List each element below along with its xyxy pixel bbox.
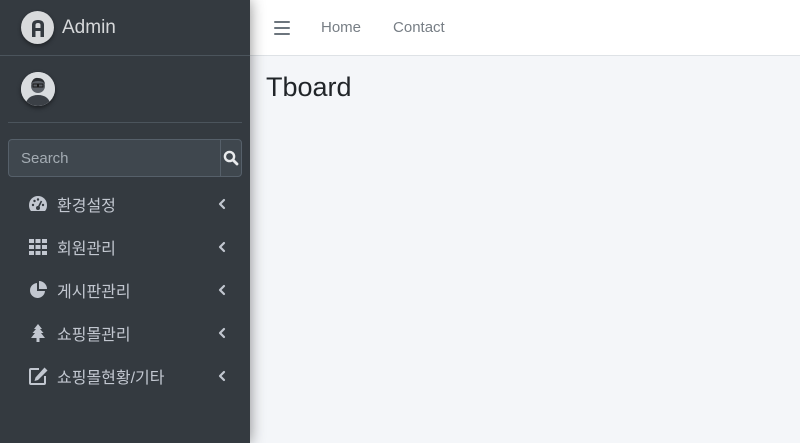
chevron-left-icon [216, 241, 228, 253]
nav-link-contact[interactable]: Contact [393, 19, 445, 36]
pie-chart-icon [27, 279, 49, 301]
sidebar-item-members[interactable]: 회원관리 [8, 225, 242, 268]
user-avatar-icon [21, 72, 55, 106]
content-wrapper: Tboard [250, 56, 800, 443]
avatar[interactable] [21, 72, 55, 106]
sidebar-item-boards[interactable]: 게시판관리 [8, 268, 242, 311]
sidebar-nav: 환경설정 회원관리 게시판관리 쇼핑몰관리 쇼핑몰현황/기타 [8, 182, 242, 397]
chevron-left-icon [216, 198, 228, 210]
hamburger-menu-icon[interactable] [274, 20, 290, 35]
chevron-left-icon [216, 370, 228, 382]
brand-link[interactable]: Admin [0, 0, 250, 56]
sidebar-item-label: 쇼핑몰관리 [57, 326, 131, 344]
sidebar-item-label: 환경설정 [57, 197, 116, 215]
chevron-left-icon [216, 327, 228, 339]
sidebar-item-settings[interactable]: 환경설정 [8, 182, 242, 225]
search-icon [223, 150, 239, 166]
chevron-left-icon [216, 284, 228, 296]
search-input[interactable] [9, 140, 220, 176]
page-title: Tboard [266, 72, 352, 102]
tree-icon [27, 322, 49, 344]
sidebar-item-label: 회원관리 [57, 240, 116, 258]
dashboard-icon [27, 193, 49, 215]
admin-logo-icon [31, 19, 44, 37]
search-button[interactable] [220, 140, 241, 176]
sidebar-search [8, 139, 242, 177]
grid-icon [27, 236, 49, 258]
sidebar-item-shop[interactable]: 쇼핑몰관리 [8, 311, 242, 354]
top-navbar: Home Contact [250, 0, 800, 56]
sidebar: Admin Search 환경설정 회원관리 게시판관리 쇼핑몰관리 쇼핑몰현황… [0, 0, 250, 443]
brand-name: Admin [62, 16, 116, 38]
sidebar-item-shop-status[interactable]: 쇼핑몰현황/기타 [8, 354, 242, 397]
edit-icon [27, 365, 49, 387]
nav-link-home[interactable]: Home [321, 19, 361, 36]
user-panel [8, 56, 242, 123]
sidebar-item-label: 게시판관리 [57, 283, 131, 301]
brand-logo [21, 11, 54, 44]
sidebar-item-label: 쇼핑몰현황/기타 [57, 369, 165, 387]
